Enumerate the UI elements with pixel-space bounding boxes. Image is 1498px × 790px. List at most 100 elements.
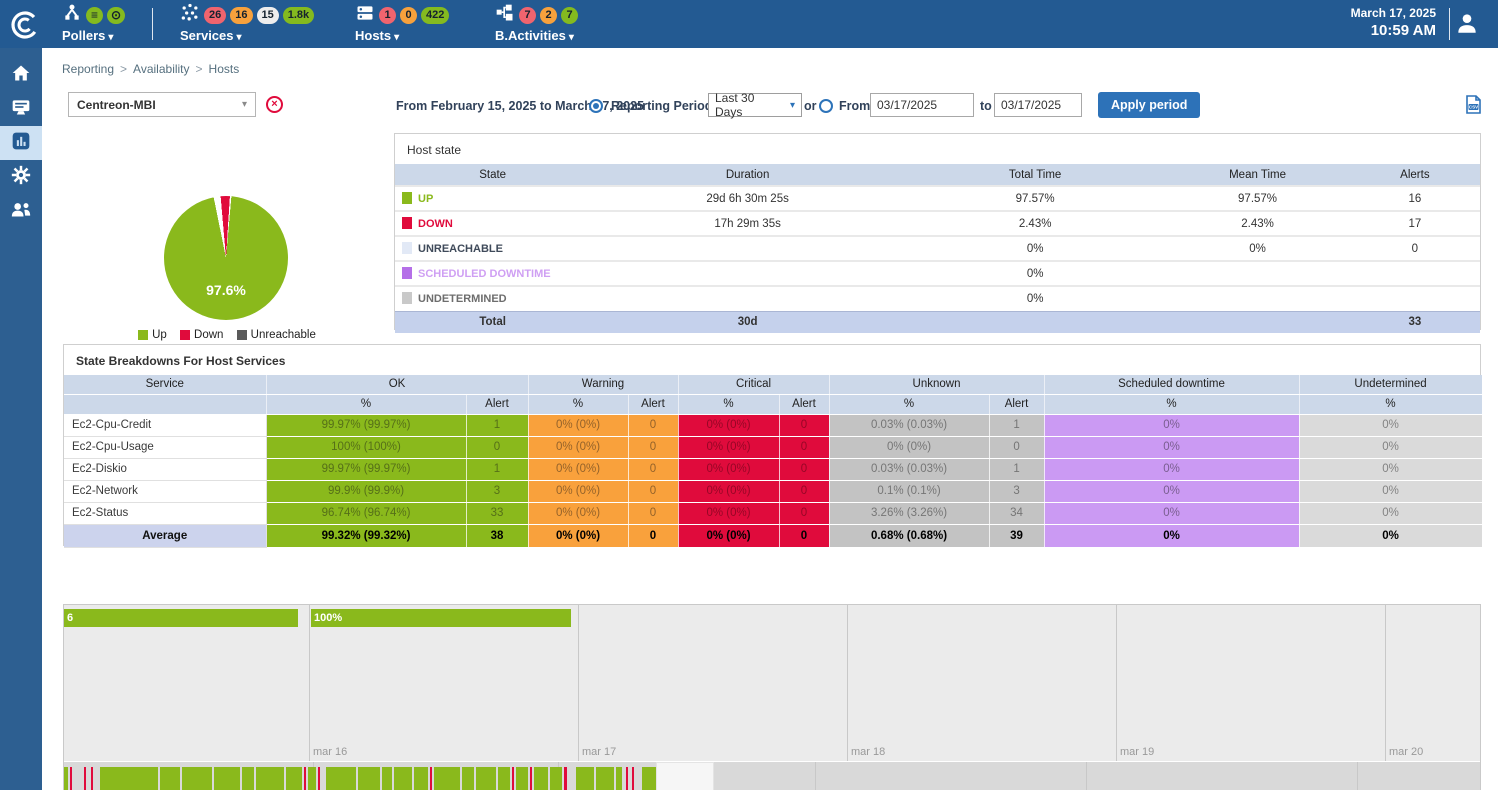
csv-export-icon[interactable]: CSV [1465,95,1482,119]
alerts-cell: 16 [1350,186,1480,211]
warn-pct-cell: 0% (0%) [528,414,628,436]
services-unknown-badge[interactable]: 15 [257,7,279,24]
top-navigation-bar: ≡ ⊙ Pollers▾ 26 16 15 1.8k Services▾ [0,0,1498,48]
warn-alert-cell: 0 [628,524,678,547]
overview-segment [286,767,302,790]
total-time-cell: 0% [905,236,1165,261]
user-menu-button[interactable] [1454,10,1480,41]
ba-warning-badge[interactable]: 2 [540,7,557,24]
state-label: DOWN [395,211,590,236]
poller-latency-badge-icon[interactable]: ⊙ [107,7,125,24]
total-mean-time [1165,311,1349,333]
ba-critical-badge[interactable]: 7 [519,7,536,24]
current-time: 10:59 AM [1351,22,1436,39]
overview-gridline [815,762,816,790]
clear-host-filter-button[interactable]: × [266,96,283,113]
total-total-time [905,311,1165,333]
sidebar-item-configuration[interactable] [0,160,42,194]
overview-segment [550,767,562,790]
col-mean-time: Mean Time [1165,164,1349,186]
ok-alert-cell: 38 [466,524,528,547]
host-select[interactable]: Centreon-MBI ▾ [68,92,256,117]
legend-item-unreachable: Unreachable [237,329,316,341]
breakdown-average-row: Average 99.32% (99.32%) 38 0% (0%) 0 0% … [64,524,1482,547]
main-content: Reporting>Availability>Hosts Centreon-MB… [42,48,1498,790]
warn-pct-cell: 0% (0%) [528,480,628,502]
custom-period-radio[interactable] [819,99,833,113]
alerts-cell: 0 [1350,236,1480,261]
overview-segment [530,767,532,790]
ba-ok-badge[interactable]: 7 [561,7,578,24]
breadcrumb-hosts[interactable]: Hosts [209,62,240,76]
overview-segment [534,767,548,790]
range-selector-window[interactable] [656,762,714,790]
overview-segment [596,767,614,790]
breakdown-sub-header-row: % Alert % Alert % Alert % Alert % % [64,394,1482,414]
poller-list-badge-icon[interactable]: ≡ [86,7,103,24]
duration-cell [590,286,905,311]
mean-time-cell [1165,286,1349,311]
host-state-row-undetermined: UNDETERMINED 0% [395,286,1480,311]
col-service: Service [64,375,266,394]
monitoring-icon [11,97,31,122]
sidebar-item-monitoring[interactable] [0,92,42,126]
hosts-down-badge[interactable]: 1 [379,7,396,24]
pollers-menu: ≡ ⊙ Pollers▾ [62,4,125,43]
sched-pct-cell: 0% [1044,502,1299,524]
chevron-down-icon: ▾ [790,100,795,111]
up-swatch [402,192,412,204]
sidebar-item-administration[interactable] [0,194,42,228]
sidebar-item-home[interactable] [0,58,42,92]
unk-alert-cell: 1 [989,414,1044,436]
to-date-input[interactable] [994,93,1082,117]
warn-alert-cell: 0 [628,480,678,502]
sidebar-item-reporting[interactable] [0,126,42,160]
total-alerts: 33 [1350,311,1480,333]
breadcrumb-availability[interactable]: Availability [133,62,189,76]
services-menu-button[interactable]: Services▾ [180,28,314,43]
bactivities-menu-button[interactable]: B.Activities▾ [495,28,578,43]
warn-alert-cell: 0 [628,458,678,480]
service-name: Ec2-Network [64,480,266,502]
chevron-down-icon: ▾ [242,99,247,110]
home-icon [11,63,31,88]
services-critical-badge[interactable]: 26 [204,7,226,24]
hosts-unreachable-badge[interactable]: 0 [400,7,417,24]
ok-pct-cell: 99.32% (99.32%) [266,524,466,547]
pollers-menu-button[interactable]: Pollers▾ [62,28,125,43]
overview-segment [84,767,86,790]
col-scheduled-downtime: Scheduled downtime [1044,375,1299,394]
period-summary: From February 15, 2025 to March 17, 2025 [396,99,644,113]
breakdown-row: Ec2-Cpu-Usage 100% (100%) 0 0% (0%) 0 0%… [64,436,1482,458]
period-select[interactable]: Last 30 Days ▾ [708,93,802,117]
services-warning-badge[interactable]: 16 [230,7,252,24]
overview-segment [616,767,622,790]
breadcrumb-reporting[interactable]: Reporting [62,62,114,76]
from-date-input[interactable] [870,93,974,117]
breakdown-row: Ec2-Status 96.74% (96.74%) 33 0% (0%) 0 … [64,502,1482,524]
overview-segment [642,767,656,790]
timeline-day-label: mar 19 [1120,746,1154,758]
centreon-logo-icon[interactable] [8,8,42,42]
col-alerts: Alerts [1350,164,1480,186]
ok-alert-cell: 33 [466,502,528,524]
undet-pct-cell: 0% [1299,414,1482,436]
overview-segment [516,767,528,790]
reporting-period-radio[interactable] [589,99,603,113]
undet-pct-cell: 0% [1299,436,1482,458]
apply-period-button[interactable]: Apply period [1098,92,1200,118]
overview-segment [304,767,306,790]
state-breakdowns-title: State Breakdowns For Host Services [64,345,1480,375]
host-availability-pie-chart: 97.6% [164,196,288,320]
ok-alert-cell: 1 [466,458,528,480]
total-duration: 30d [590,311,905,333]
state-label: UNDETERMINED [395,286,590,311]
services-ok-badge[interactable]: 1.8k [283,7,314,24]
hosts-menu-button[interactable]: Hosts▾ [355,28,449,43]
crit-pct-cell: 0% (0%) [678,414,779,436]
crit-alert-cell: 0 [779,524,829,547]
host-state-panel: Host state State Duration Total Time Mea… [394,133,1481,330]
hosts-up-badge[interactable]: 422 [421,7,449,24]
total-time-cell: 0% [905,286,1165,311]
current-date: March 17, 2025 [1351,6,1436,20]
